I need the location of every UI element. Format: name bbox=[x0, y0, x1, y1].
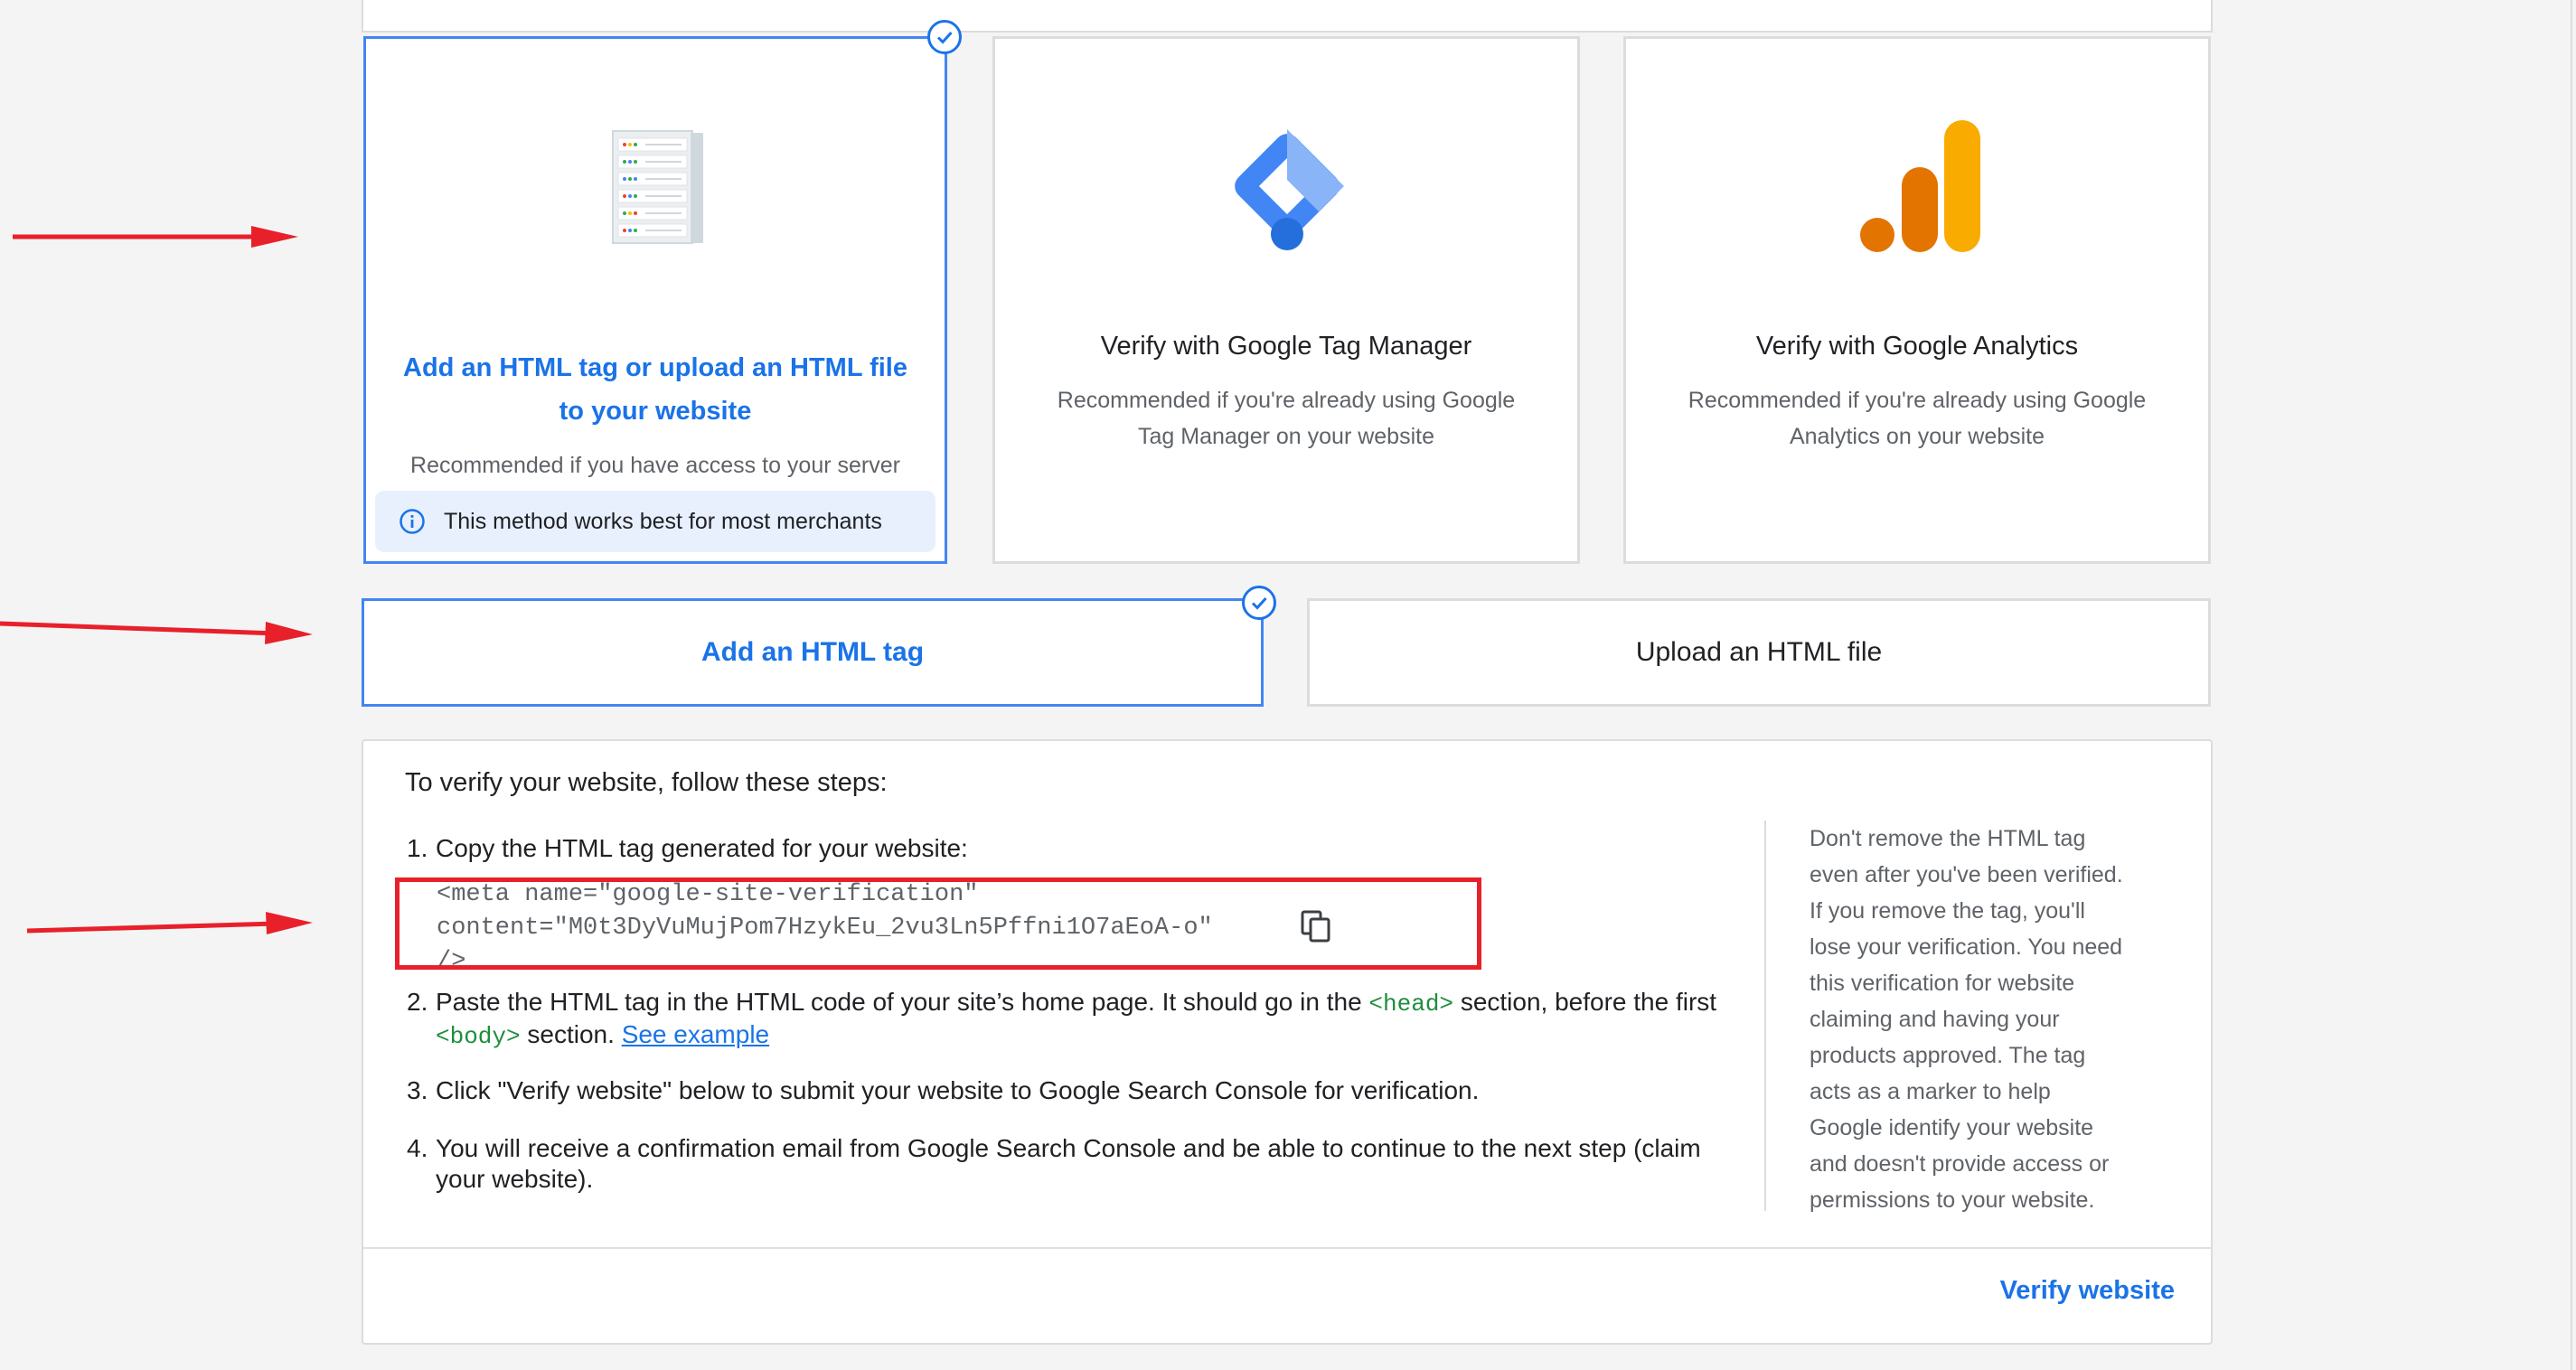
method-card-html-tag[interactable]: Add an HTML tag or upload an HTML file t… bbox=[363, 36, 947, 564]
step-text: Click "Verify website" below to submit y… bbox=[436, 1076, 1480, 1104]
step-number: 4. bbox=[407, 1134, 428, 1162]
tab-add-html-tag[interactable]: Add an HTML tag bbox=[362, 598, 1264, 707]
card-subtitle-line1: Recommended if you're already using Goog… bbox=[1057, 388, 1516, 413]
selected-check-icon bbox=[1242, 586, 1276, 620]
google-analytics-icon bbox=[1860, 120, 1980, 252]
main-column: Add an HTML tag or upload an HTML file t… bbox=[362, 0, 2213, 1370]
page-edge bbox=[2571, 0, 2572, 1370]
side-note-line: products approved. The tag bbox=[1810, 1043, 2086, 1068]
card-subtitle: Recommended if you have access to your s… bbox=[410, 453, 900, 478]
step-text: section, before the first bbox=[1460, 988, 1717, 1016]
side-note-line: this verification for website bbox=[1810, 971, 2075, 996]
card-title-line2: to your website bbox=[559, 397, 752, 426]
info-banner: This method works best for most merchant… bbox=[375, 491, 935, 552]
info-text: This method works best for most merchant… bbox=[444, 508, 882, 534]
method-card-tag-manager[interactable]: Verify with Google Tag Manager Recommend… bbox=[992, 36, 1580, 564]
tab-upload-html-file[interactable]: Upload an HTML file bbox=[1307, 598, 2211, 707]
step-number: 1. bbox=[407, 834, 428, 862]
step-text: Copy the HTML tag generated for your web… bbox=[436, 834, 968, 862]
card-subtitle-line2: Analytics on your website bbox=[1789, 424, 2045, 449]
body-tag: <body> bbox=[436, 1023, 521, 1050]
annotation-highlight-box bbox=[395, 877, 1481, 970]
card-title: Verify with Google Analytics bbox=[1755, 332, 2079, 361]
side-note-line: claiming and having your bbox=[1810, 1007, 2060, 1032]
see-example-link[interactable]: See example bbox=[622, 1020, 769, 1048]
step-number: 3. bbox=[407, 1076, 428, 1104]
annotation-arrow-2 bbox=[0, 621, 313, 644]
head-tag: <head> bbox=[1368, 990, 1454, 1018]
selected-check-icon bbox=[927, 20, 962, 54]
annotation-arrow-1 bbox=[13, 226, 298, 248]
step-text-line1: You will receive a confirmation email fr… bbox=[436, 1134, 1701, 1162]
step-text: Paste the HTML tag in the HTML code of y… bbox=[436, 988, 1362, 1016]
server-icon bbox=[612, 130, 703, 244]
info-icon bbox=[400, 509, 425, 534]
card-subtitle-line1: Recommended if you're already using Goog… bbox=[1688, 388, 2147, 413]
google-tag-manager-icon bbox=[1235, 129, 1344, 250]
side-note-line: If you remove the tag, you'll bbox=[1810, 898, 2085, 924]
top-card-edge bbox=[362, 0, 2213, 33]
side-note-line: even after you've been verified. bbox=[1810, 862, 2123, 887]
card-title-line1: Add an HTML tag or upload an HTML file bbox=[403, 353, 907, 382]
step-number: 2. bbox=[407, 988, 428, 1016]
side-note-divider bbox=[1764, 821, 1766, 1211]
side-note-line: acts as a marker to help bbox=[1810, 1079, 2051, 1104]
method-card-analytics[interactable]: Verify with Google Analytics Recommended… bbox=[1623, 36, 2211, 564]
side-note-line: lose your verification. You need bbox=[1810, 934, 2123, 960]
side-note-line: Google identify your website bbox=[1810, 1115, 2094, 1140]
verify-website-button[interactable]: Verify website bbox=[2000, 1276, 2175, 1306]
side-note: Don't remove the HTML tag even after you… bbox=[1810, 821, 2171, 1218]
footer-divider bbox=[363, 1247, 2211, 1249]
card-subtitle-line2: Tag Manager on your website bbox=[1138, 424, 1434, 449]
step-text-line2: your website). bbox=[436, 1165, 594, 1193]
side-note-line: Don't remove the HTML tag bbox=[1810, 826, 2086, 851]
step-text: section. bbox=[527, 1020, 615, 1048]
side-note-line: permissions to your website. bbox=[1810, 1187, 2095, 1213]
side-note-line: and doesn't provide access or bbox=[1810, 1151, 2110, 1177]
card-title: Verify with Google Tag Manager bbox=[1100, 332, 1472, 361]
annotation-arrows bbox=[0, 226, 313, 934]
verification-steps-panel: To verify your website, follow these ste… bbox=[362, 739, 2213, 1345]
steps-heading: To verify your website, follow these ste… bbox=[405, 768, 888, 797]
annotation-arrow-3 bbox=[26, 912, 313, 934]
